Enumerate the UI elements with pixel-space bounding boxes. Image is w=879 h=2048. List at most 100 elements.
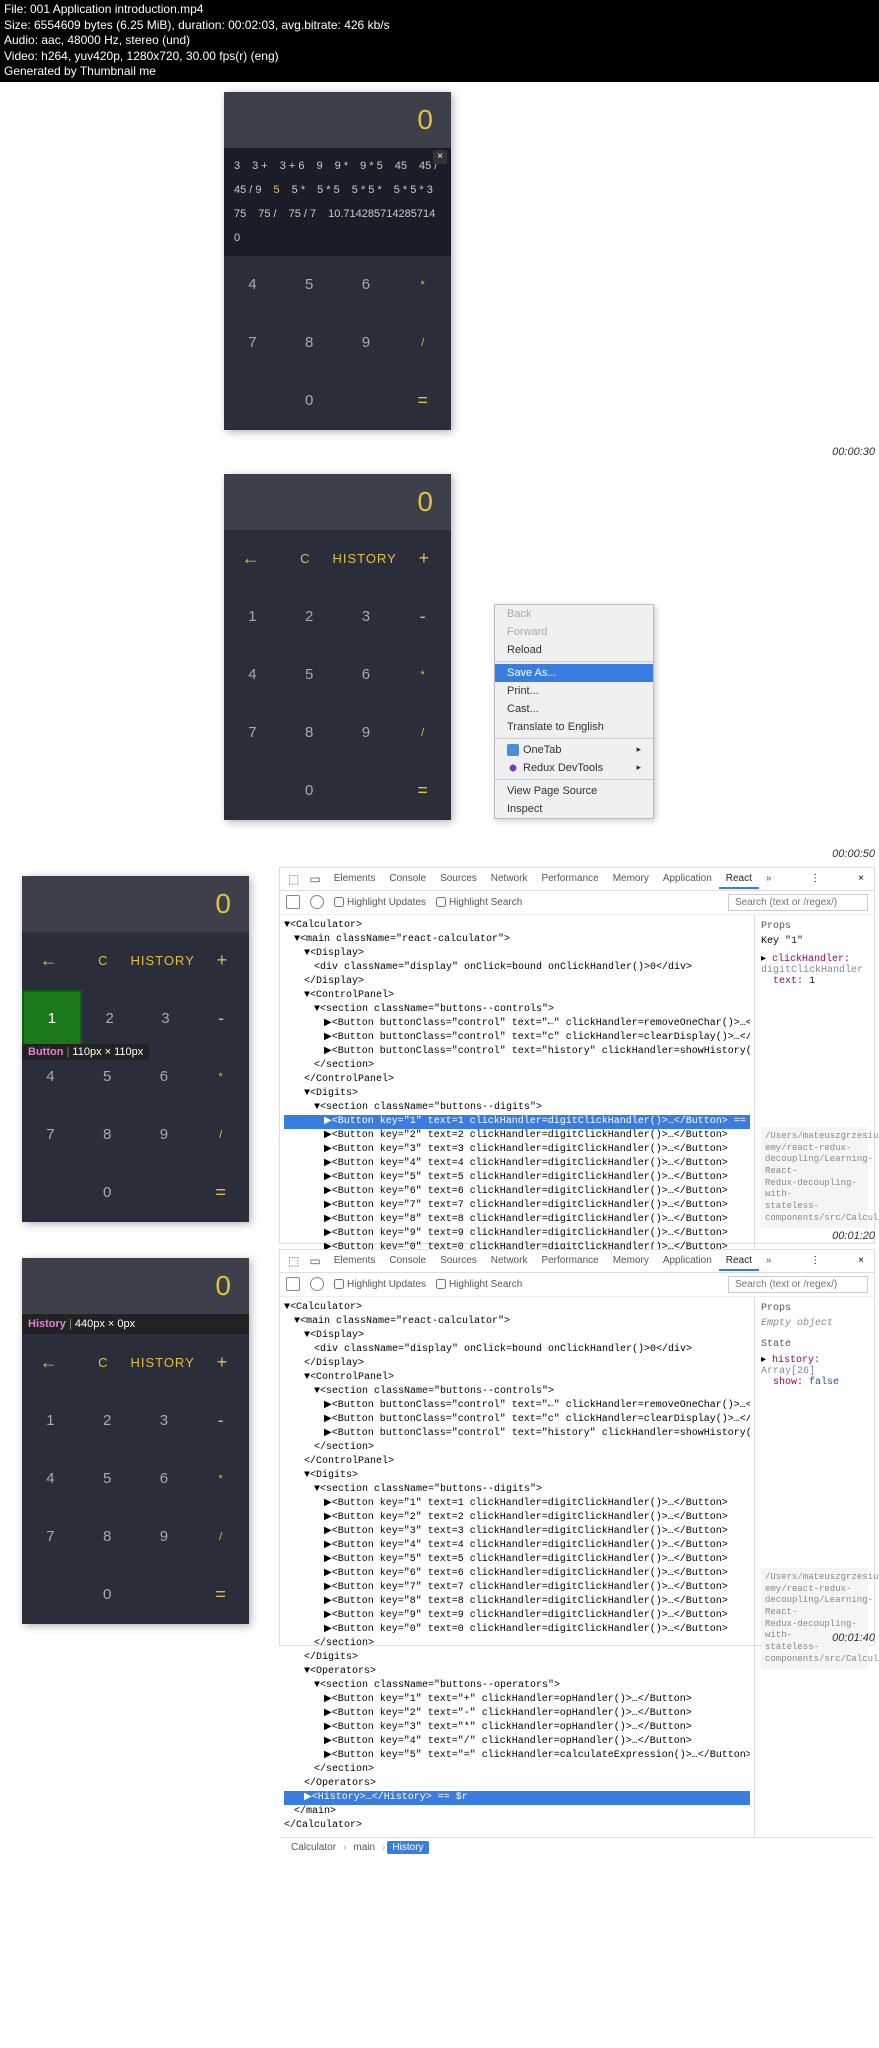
tree-node[interactable]: ▼<main className="react-calculator"> (284, 1315, 750, 1329)
tree-node[interactable]: ▶<Button buttonClass="control" text="c" … (284, 1413, 750, 1427)
tree-node[interactable]: ▶<Button key="5" text="=" clickHandler=c… (284, 1749, 750, 1763)
history-item[interactable]: 75 / 7 (287, 204, 319, 224)
highlight-updates-checkbox[interactable]: Highlight Updates (334, 1279, 426, 1290)
digit-1[interactable]: 1 (22, 990, 82, 1048)
context-menu-item[interactable]: Translate to English (495, 718, 653, 736)
devtools-menu-icon[interactable]: ⋮ (804, 871, 826, 886)
breadcrumb-item[interactable]: History (387, 1841, 428, 1854)
devtools-tab-memory[interactable]: Memory (606, 870, 656, 887)
tree-node[interactable]: ▶<Button key="6" text=6 clickHandler=dig… (284, 1185, 750, 1199)
digit-8[interactable]: 8 (79, 1106, 136, 1164)
tree-node[interactable]: </section> (284, 1441, 750, 1455)
devtools-tab-sources[interactable]: Sources (433, 1252, 484, 1269)
digit-3[interactable]: 3 (136, 1392, 193, 1450)
devtools-tab-console[interactable]: Console (382, 1252, 433, 1269)
inspect-icon[interactable]: ⬚ (284, 870, 303, 888)
inspect-icon[interactable]: ⬚ (284, 1252, 303, 1270)
breadcrumb-item[interactable]: Calculator (286, 1841, 341, 1854)
highlight-search-checkbox[interactable]: Highlight Search (436, 1279, 522, 1290)
history-item[interactable]: 75 (232, 204, 248, 224)
history-item[interactable]: 10.714285714285714 (326, 204, 437, 224)
op-button[interactable]: - (394, 588, 451, 646)
digit-8[interactable]: 8 (281, 314, 338, 372)
search-input[interactable] (728, 894, 868, 911)
digit-3[interactable]: 3 (138, 990, 194, 1048)
tree-node[interactable]: ▼<ControlPanel> (284, 989, 750, 1003)
history-item[interactable]: 45 (393, 156, 409, 176)
op-multiply[interactable]: * (394, 256, 451, 314)
display[interactable]: 0 (224, 92, 451, 148)
settings-icon[interactable] (310, 895, 324, 909)
display[interactable]: 0 (22, 1258, 249, 1314)
tree-node[interactable]: <div className="display" onClick=bound o… (284, 1343, 750, 1357)
history-item[interactable]: 5 * 5 * 3 (392, 180, 435, 200)
tree-node[interactable]: </Digits> (284, 1651, 750, 1665)
tree-node[interactable]: ▶<Button buttonClass="control" text="his… (284, 1427, 750, 1441)
digit-6[interactable]: 6 (338, 256, 395, 314)
tree-node[interactable]: </ControlPanel> (284, 1073, 750, 1087)
tree-node[interactable]: ▶<Button key="8" text=8 clickHandler=dig… (284, 1213, 750, 1227)
tree-node[interactable]: ▼<section className="buttons--digits"> (284, 1101, 750, 1115)
devtools-tab-sources[interactable]: Sources (433, 870, 484, 887)
device-icon[interactable]: ▭ (305, 1252, 324, 1270)
tree-node[interactable]: ▶<Button key="3" text=3 clickHandler=dig… (284, 1525, 750, 1539)
tree-node[interactable]: ▼<ControlPanel> (284, 1371, 750, 1385)
device-icon[interactable]: ▭ (305, 870, 324, 888)
display[interactable]: 0 (224, 474, 451, 530)
tree-node[interactable]: ▶<Button key="0" text=0 clickHandler=dig… (284, 1623, 750, 1637)
devtools-tab-elements[interactable]: Elements (327, 1252, 383, 1269)
breadcrumb-item[interactable]: main (348, 1841, 380, 1854)
devtools-tab-network[interactable]: Network (484, 870, 535, 887)
devtools-tab-network[interactable]: Network (484, 1252, 535, 1269)
digit-9[interactable]: 9 (136, 1106, 193, 1164)
digit-6[interactable]: 6 (136, 1450, 193, 1508)
history-item[interactable]: 9 (315, 156, 325, 176)
tree-node[interactable]: ▶<Button key="3" text=3 clickHandler=dig… (284, 1143, 750, 1157)
tree-node[interactable]: ▶<Button key="4" text=4 clickHandler=dig… (284, 1157, 750, 1171)
tree-node[interactable]: ▼<Operators> (284, 1665, 750, 1679)
context-menu-item[interactable]: OneTab (495, 741, 653, 759)
op-equals[interactable]: = (394, 372, 451, 430)
op-button[interactable]: / (394, 704, 451, 762)
tree-node[interactable]: ▼<section className="buttons--digits"> (284, 1483, 750, 1497)
tree-node[interactable]: ▶<Button buttonClass="control" text="his… (284, 1045, 750, 1059)
select-element-icon[interactable] (286, 1277, 300, 1291)
history-item[interactable]: 3 + 6 (278, 156, 307, 176)
context-menu-item[interactable]: Cast... (495, 700, 653, 718)
digit-5[interactable]: 5 (281, 256, 338, 314)
tree-node[interactable]: ▼<Digits> (284, 1469, 750, 1483)
op-button[interactable]: - (192, 1392, 249, 1450)
op-equals[interactable]: = (192, 1164, 249, 1222)
devtools-tab-»[interactable]: » (759, 1252, 779, 1269)
context-menu-item[interactable]: Print... (495, 682, 653, 700)
tree-node[interactable]: ▼<Digits> (284, 1087, 750, 1101)
digit-1[interactable]: 1 (22, 1392, 79, 1450)
devtools-tab-»[interactable]: » (759, 870, 779, 887)
highlight-search-checkbox[interactable]: Highlight Search (436, 897, 522, 908)
tree-node[interactable]: <div className="display" onClick=bound o… (284, 961, 750, 975)
devtools-tab-memory[interactable]: Memory (606, 1252, 656, 1269)
clear-button[interactable]: C (76, 932, 130, 990)
history-item[interactable]: 3 (232, 156, 242, 176)
tree-node[interactable]: </Display> (284, 975, 750, 989)
devtools-tab-react[interactable]: React (719, 1252, 759, 1271)
back-button[interactable]: ← (224, 530, 278, 588)
digit-0[interactable]: 0 (224, 372, 394, 430)
tree-node[interactable]: ▶<Button key="7" text=7 clickHandler=dig… (284, 1199, 750, 1213)
op-button[interactable]: / (192, 1106, 249, 1164)
close-icon[interactable]: × (852, 1253, 870, 1268)
tree-node[interactable]: </main> (284, 1805, 750, 1819)
tree-node[interactable]: ▶<Button key="8" text=8 clickHandler=dig… (284, 1595, 750, 1609)
history-item[interactable]: 5 * 5 * (350, 180, 384, 200)
tree-node[interactable]: ▼<Calculator> (284, 919, 750, 933)
devtools-tab-react[interactable]: React (719, 870, 759, 889)
tree-node[interactable]: ▼<Display> (284, 947, 750, 961)
tree-node[interactable]: ▼<section className="buttons--controls"> (284, 1385, 750, 1399)
history-button[interactable]: HISTORY (130, 1334, 194, 1392)
tree-node[interactable]: ▼<Display> (284, 1329, 750, 1343)
op-plus[interactable]: + (195, 1334, 249, 1392)
tree-node[interactable]: ▶<Button buttonClass="control" text="←" … (284, 1017, 750, 1031)
history-item[interactable]: 5 * 5 (315, 180, 342, 200)
op-button[interactable]: * (192, 1450, 249, 1508)
op-button[interactable]: / (192, 1508, 249, 1566)
